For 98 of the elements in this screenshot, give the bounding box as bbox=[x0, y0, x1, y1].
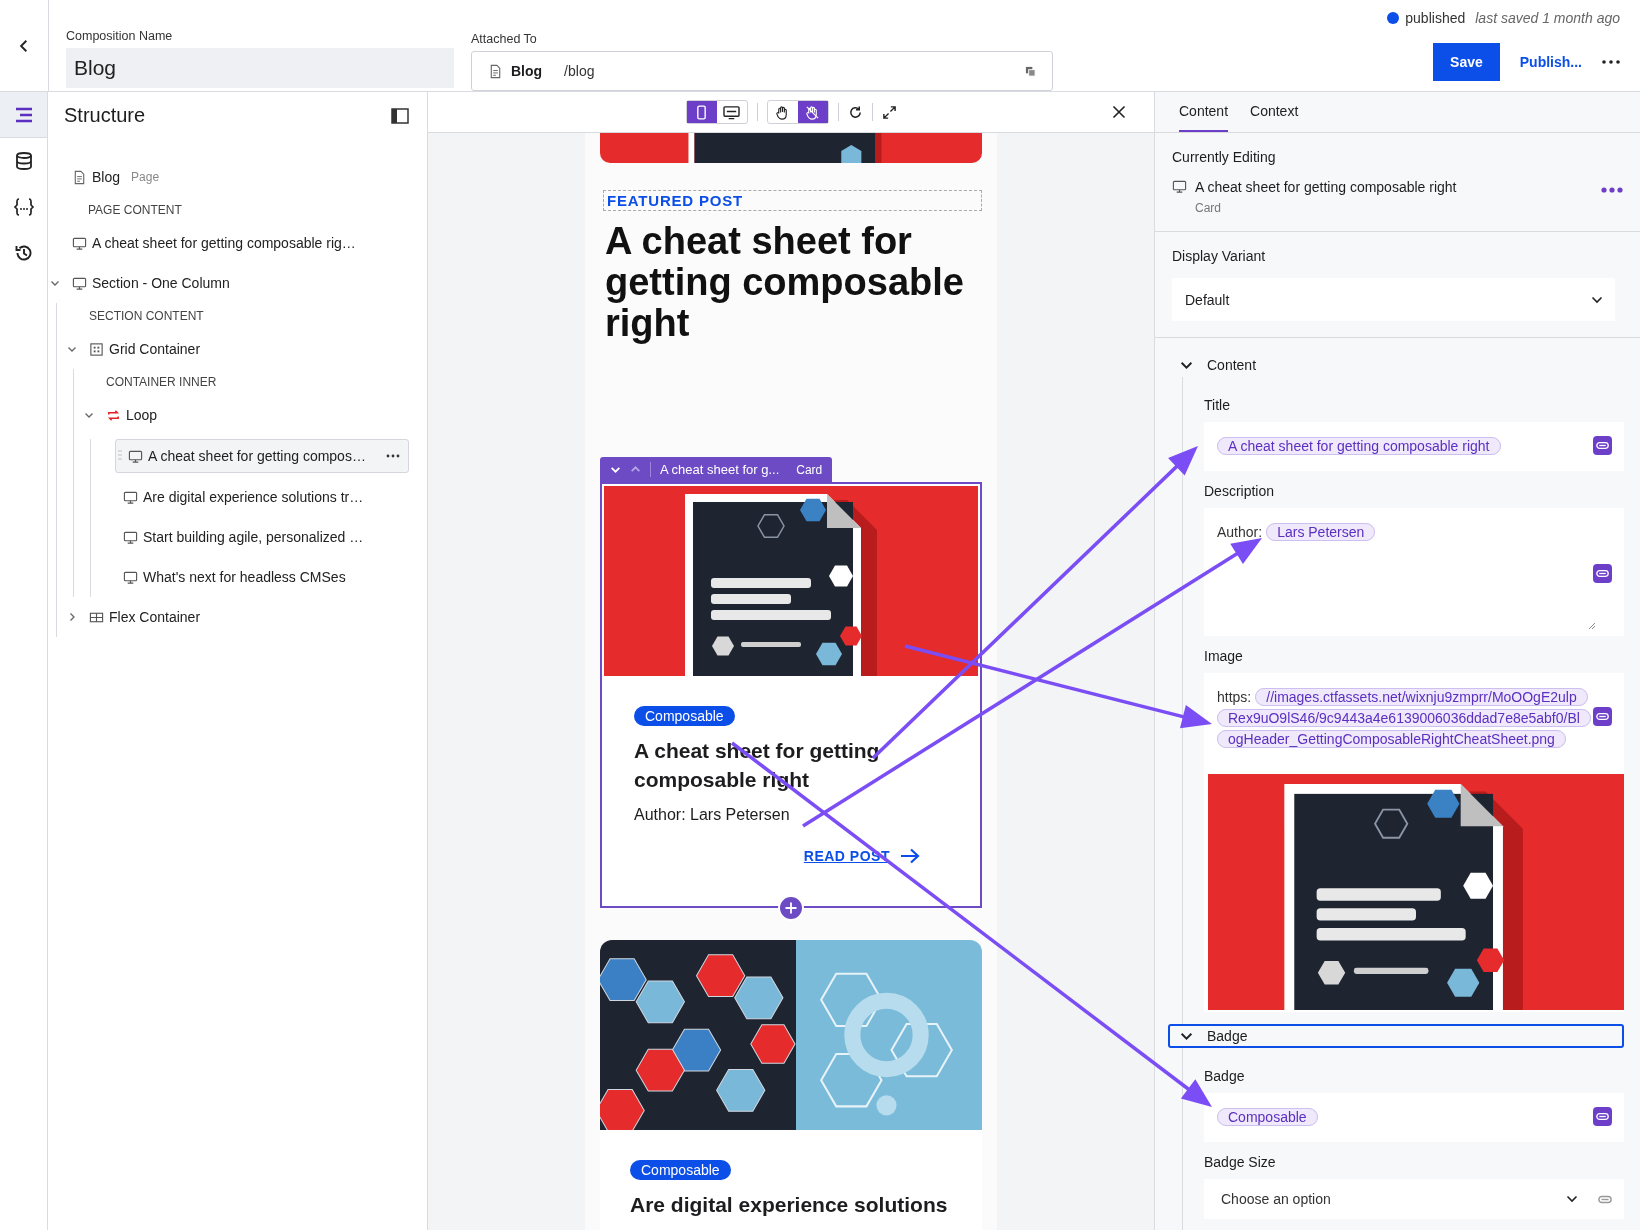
last-saved-text: last saved 1 month ago bbox=[1475, 10, 1620, 26]
tree-item[interactable]: A cheat sheet for getting composable rig… bbox=[72, 223, 409, 263]
chevron-icon[interactable] bbox=[84, 410, 94, 420]
status-text: published bbox=[1405, 10, 1466, 26]
page-name: Blog bbox=[511, 63, 543, 79]
link-icon bbox=[1596, 569, 1609, 578]
card-title: Are digital experience solutions bbox=[630, 1192, 949, 1218]
more-icon[interactable] bbox=[1602, 60, 1620, 64]
refresh-icon[interactable] bbox=[847, 104, 863, 120]
link-button[interactable] bbox=[1593, 436, 1612, 455]
image-url-field[interactable]: https: //images.ctfassets.net/wixnju9zmprr/MoOOgE2ulpRex9uO9lS46/9c9443a4e6139006036ddad7e8e5abf0/BlogHeader_GettingComposableRightCheatSheet.png bbox=[1204, 673, 1624, 764]
tab[interactable]: Context bbox=[1250, 92, 1299, 132]
grid-icon bbox=[89, 341, 104, 357]
chevron-up-icon[interactable] bbox=[630, 464, 641, 475]
monitor-icon bbox=[1172, 179, 1187, 194]
field-label: Display Variant bbox=[1172, 248, 1267, 264]
text-field[interactable]: A cheat sheet for getting composable right bbox=[1204, 422, 1624, 471]
more-icon[interactable] bbox=[1601, 187, 1623, 193]
field-label: Image bbox=[1204, 648, 1244, 664]
monitor-icon bbox=[123, 529, 138, 545]
link-button[interactable] bbox=[1593, 1107, 1612, 1126]
composition-name-field[interactable]: Blog bbox=[66, 48, 454, 88]
tree-item[interactable]: A cheat sheet for getting compos… bbox=[115, 439, 409, 473]
tree-item[interactable]: Start building agile, personalized … bbox=[123, 517, 409, 557]
monitor-icon bbox=[123, 489, 138, 505]
monitor-icon bbox=[123, 569, 138, 585]
document-icon bbox=[72, 169, 87, 185]
card-description: Author: Lars Petersen bbox=[634, 806, 791, 824]
close-icon[interactable] bbox=[1112, 105, 1126, 119]
chevron-icon bbox=[1180, 360, 1193, 370]
field-label: Badge Size bbox=[1204, 1154, 1277, 1170]
link-icon bbox=[1596, 441, 1609, 450]
save-button[interactable]: Save bbox=[1433, 43, 1500, 81]
chevron-icon[interactable] bbox=[50, 278, 60, 288]
component-toolbar[interactable]: A cheat sheet for g... Card bbox=[600, 457, 833, 482]
chevron-icon bbox=[1566, 1195, 1578, 1203]
tree-item[interactable]: Blog Page bbox=[72, 157, 409, 197]
copy-icon[interactable] bbox=[1025, 65, 1036, 77]
component-type: Card bbox=[1195, 201, 1222, 215]
chevron-down-icon[interactable] bbox=[610, 464, 621, 475]
link-icon bbox=[1596, 712, 1609, 721]
component-title: A cheat sheet for g... bbox=[660, 462, 780, 477]
slot-label: PAGE CONTENT bbox=[87, 202, 183, 219]
category-badge: Composable bbox=[630, 1160, 731, 1180]
add-component-button[interactable] bbox=[778, 895, 804, 921]
type-label: Page bbox=[131, 170, 160, 184]
section-header[interactable]: Content bbox=[1168, 353, 1624, 377]
phone-icon[interactable] bbox=[686, 101, 717, 123]
monitor-icon bbox=[72, 275, 87, 291]
panel-toggle-icon[interactable] bbox=[391, 107, 409, 124]
chevron-icon bbox=[1591, 295, 1603, 304]
arrow-right-icon bbox=[900, 848, 920, 864]
plus-icon bbox=[784, 901, 798, 915]
expand-icon[interactable] bbox=[881, 104, 897, 120]
description-field[interactable]: Author: Lars Petersen bbox=[1204, 508, 1624, 636]
monitor-icon bbox=[72, 235, 87, 251]
slot-label: SECTION CONTENT bbox=[88, 308, 205, 325]
link-button[interactable] bbox=[1593, 564, 1612, 583]
hero-title: A cheat sheet for getting composable right bbox=[605, 221, 965, 346]
featured-label: FEATURED POST bbox=[603, 190, 982, 211]
resize-handle-icon[interactable] bbox=[1588, 622, 1596, 630]
tree-item[interactable]: Loop bbox=[106, 395, 409, 435]
document-icon bbox=[488, 63, 503, 79]
page-path: /blog bbox=[564, 63, 596, 79]
tree-item[interactable]: Section - One Column bbox=[72, 263, 409, 303]
hand-off-icon[interactable] bbox=[797, 101, 828, 123]
tree-item[interactable]: Flex Container bbox=[89, 597, 409, 637]
section-header[interactable]: Badge bbox=[1168, 1024, 1624, 1048]
tree-item[interactable]: Grid Container bbox=[89, 329, 409, 369]
field-label: Attached To bbox=[471, 32, 538, 46]
slot-label: CONTAINER INNER bbox=[105, 374, 218, 391]
status-dot bbox=[1387, 12, 1400, 24]
link-icon[interactable] bbox=[1598, 1194, 1612, 1204]
field-label: Composition Name bbox=[66, 29, 174, 43]
chevron-icon[interactable] bbox=[67, 344, 77, 354]
tree-item[interactable]: Are digital experience solutions tr… bbox=[123, 477, 409, 517]
post-card[interactable]: Composable Are digital experience solutions bbox=[600, 940, 982, 1230]
component-name: A cheat sheet for getting composable right bbox=[1195, 179, 1458, 195]
more-icon[interactable] bbox=[386, 454, 400, 458]
structure-icon[interactable] bbox=[0, 92, 47, 138]
chevron-icon bbox=[1180, 1031, 1193, 1041]
component-type: Card bbox=[796, 462, 823, 477]
attached-to-field[interactable]: Blog /blog bbox=[471, 51, 1053, 91]
monitor-icon bbox=[128, 448, 143, 464]
category-badge: Composable bbox=[634, 706, 735, 726]
link-icon bbox=[1596, 1112, 1609, 1121]
panel-title: Structure bbox=[64, 104, 146, 127]
link-button[interactable] bbox=[1593, 707, 1612, 726]
field-label: Title bbox=[1204, 397, 1231, 413]
tree-item[interactable]: What's next for headless CMSes bbox=[123, 557, 409, 597]
publish-button[interactable]: Publish... bbox=[1519, 54, 1582, 70]
tab[interactable]: Content bbox=[1179, 92, 1229, 132]
field-label: Badge bbox=[1204, 1068, 1246, 1084]
field-label: Description bbox=[1204, 483, 1276, 499]
chevron-icon[interactable] bbox=[67, 612, 77, 622]
text-field[interactable]: Composable bbox=[1204, 1093, 1624, 1142]
display-variant-select[interactable]: Default bbox=[1172, 278, 1615, 321]
section-label: Currently Editing bbox=[1172, 149, 1277, 165]
